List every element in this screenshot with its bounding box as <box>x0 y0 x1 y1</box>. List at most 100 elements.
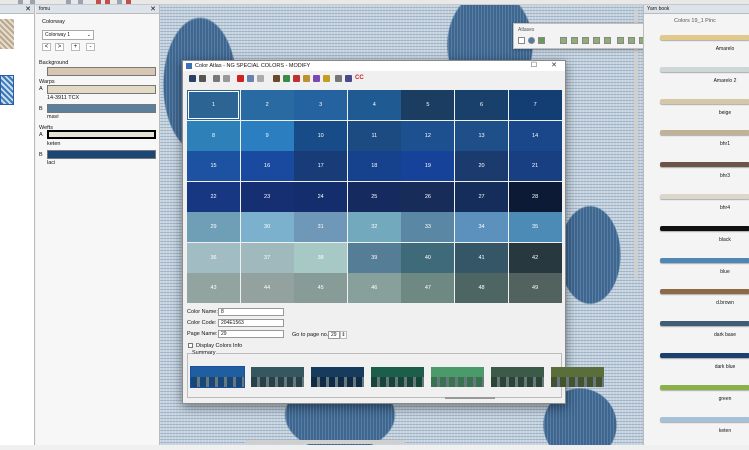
color-cell[interactable]: 12 <box>401 120 455 151</box>
design-thumbnail[interactable] <box>0 19 14 49</box>
color-cell[interactable]: 7 <box>508 90 562 120</box>
warp-b-swatch[interactable] <box>47 104 156 113</box>
color-code-field[interactable]: 204E1563 <box>218 319 284 327</box>
summary-page-thumbnail[interactable] <box>190 366 245 388</box>
color-cell[interactable]: 17 <box>294 151 348 181</box>
yarn-swatch[interactable] <box>660 130 749 136</box>
color-cell[interactable]: 39 <box>347 242 401 273</box>
color-cell[interactable]: 27 <box>455 181 508 212</box>
pattern-icon[interactable] <box>560 37 567 44</box>
palette-icon[interactable] <box>273 75 280 82</box>
color-cell[interactable]: 8 <box>187 120 240 151</box>
color-cell[interactable]: 2 <box>240 90 294 120</box>
pattern-icon[interactable] <box>628 37 635 44</box>
print-icon[interactable] <box>199 75 206 82</box>
color-cell[interactable]: 33 <box>401 212 455 242</box>
yarn-swatch[interactable] <box>660 353 749 358</box>
star-icon[interactable] <box>303 75 310 82</box>
color-cell[interactable]: 42 <box>508 242 562 273</box>
next-colorway-button[interactable]: > <box>55 43 64 51</box>
color-cell[interactable]: 4 <box>347 90 401 120</box>
undo-icon[interactable] <box>213 75 220 82</box>
color-cell[interactable]: 14 <box>508 120 562 151</box>
color-cell[interactable]: 6 <box>455 90 508 120</box>
color-cell[interactable]: 1 <box>187 90 240 120</box>
pattern-icon[interactable] <box>582 37 589 44</box>
color-cell[interactable]: 40 <box>401 242 455 273</box>
color-cell[interactable]: 26 <box>401 181 455 212</box>
pattern-icon[interactable] <box>617 37 624 44</box>
new-icon[interactable] <box>518 37 525 44</box>
color-cell[interactable]: 11 <box>347 120 401 151</box>
tool-icon[interactable] <box>96 0 101 4</box>
yarn-swatch[interactable] <box>660 194 749 199</box>
maximize-button[interactable]: ☐ <box>531 61 537 71</box>
page-stepper[interactable]: ⇕ <box>340 331 347 339</box>
yarn-swatch[interactable] <box>660 225 749 231</box>
tool-icon[interactable] <box>126 0 131 4</box>
yarn-swatch[interactable] <box>660 321 749 327</box>
close-button[interactable]: ✕ <box>551 61 557 71</box>
page-name-field[interactable]: 29 <box>218 330 284 338</box>
color-cell[interactable]: 22 <box>187 181 240 212</box>
tool-icon[interactable] <box>18 0 23 4</box>
grid-icon[interactable] <box>247 75 254 82</box>
cc-icon[interactable]: CC <box>355 75 365 82</box>
goto-page-field[interactable]: 29 <box>328 331 340 339</box>
warp-a-swatch[interactable] <box>47 85 156 94</box>
pattern-icon[interactable] <box>604 37 611 44</box>
color-cell[interactable]: 19 <box>401 151 455 181</box>
color-cell[interactable]: 16 <box>240 151 294 181</box>
color-cell[interactable]: 36 <box>187 242 240 273</box>
color-cell[interactable]: 46 <box>347 273 401 303</box>
pattern-icon[interactable] <box>571 37 578 44</box>
horizontal-scrollbar[interactable] <box>245 440 405 444</box>
color-cell[interactable]: 38 <box>294 242 348 273</box>
pattern-icon[interactable] <box>593 37 600 44</box>
summary-page-thumbnail[interactable] <box>431 367 484 387</box>
scissors-icon[interactable] <box>293 75 300 82</box>
color-cell[interactable]: 32 <box>347 212 401 242</box>
color-cell[interactable]: 47 <box>401 273 455 303</box>
yarn-swatch[interactable] <box>660 66 749 72</box>
summary-scrollbar[interactable] <box>445 397 495 399</box>
color-cell[interactable]: 21 <box>508 151 562 181</box>
color-name-field[interactable]: 8 <box>218 308 284 316</box>
color-cell[interactable]: 15 <box>187 151 240 181</box>
tool-icon[interactable] <box>30 0 35 4</box>
tool-icon[interactable] <box>105 0 110 4</box>
background-swatch[interactable] <box>47 67 156 76</box>
yarn-icon[interactable] <box>283 75 290 82</box>
redo-icon[interactable] <box>223 75 230 82</box>
weft-b-swatch[interactable] <box>47 150 156 159</box>
yarn-swatch[interactable] <box>660 416 749 422</box>
summary-page-thumbnail[interactable] <box>311 367 364 387</box>
summary-page-thumbnail[interactable] <box>371 367 424 387</box>
remove-colorway-button[interactable]: - <box>86 43 95 51</box>
color-cell[interactable]: 43 <box>187 273 240 303</box>
tool-icon[interactable] <box>78 0 83 4</box>
color-cell[interactable]: 18 <box>347 151 401 181</box>
palette-icon[interactable] <box>538 37 545 44</box>
color-cell[interactable]: 9 <box>240 120 294 151</box>
color-cell[interactable]: 37 <box>240 242 294 273</box>
color-cell[interactable]: 13 <box>455 120 508 151</box>
color-cell[interactable]: 30 <box>240 212 294 242</box>
color-cell[interactable]: 44 <box>240 273 294 303</box>
color-cell[interactable]: 5 <box>401 90 455 120</box>
color-cell[interactable]: 3 <box>294 90 348 120</box>
weft-a-swatch[interactable] <box>47 130 156 139</box>
summary-page-thumbnail[interactable] <box>251 367 304 387</box>
color-cell[interactable]: 10 <box>294 120 348 151</box>
yarn-swatch[interactable] <box>660 35 749 40</box>
yarn-swatch[interactable] <box>660 162 749 168</box>
yarn-swatch[interactable] <box>660 257 749 263</box>
color-cell[interactable]: 34 <box>455 212 508 242</box>
close-icon[interactable]: ✕ <box>25 5 31 14</box>
design-thumbnail-selected[interactable] <box>0 75 14 105</box>
list-icon[interactable] <box>345 75 352 82</box>
tool-icon[interactable] <box>117 0 122 4</box>
color-cell[interactable]: 20 <box>455 151 508 181</box>
display-info-checkbox[interactable] <box>188 343 193 348</box>
yarn-swatch[interactable] <box>660 384 749 390</box>
